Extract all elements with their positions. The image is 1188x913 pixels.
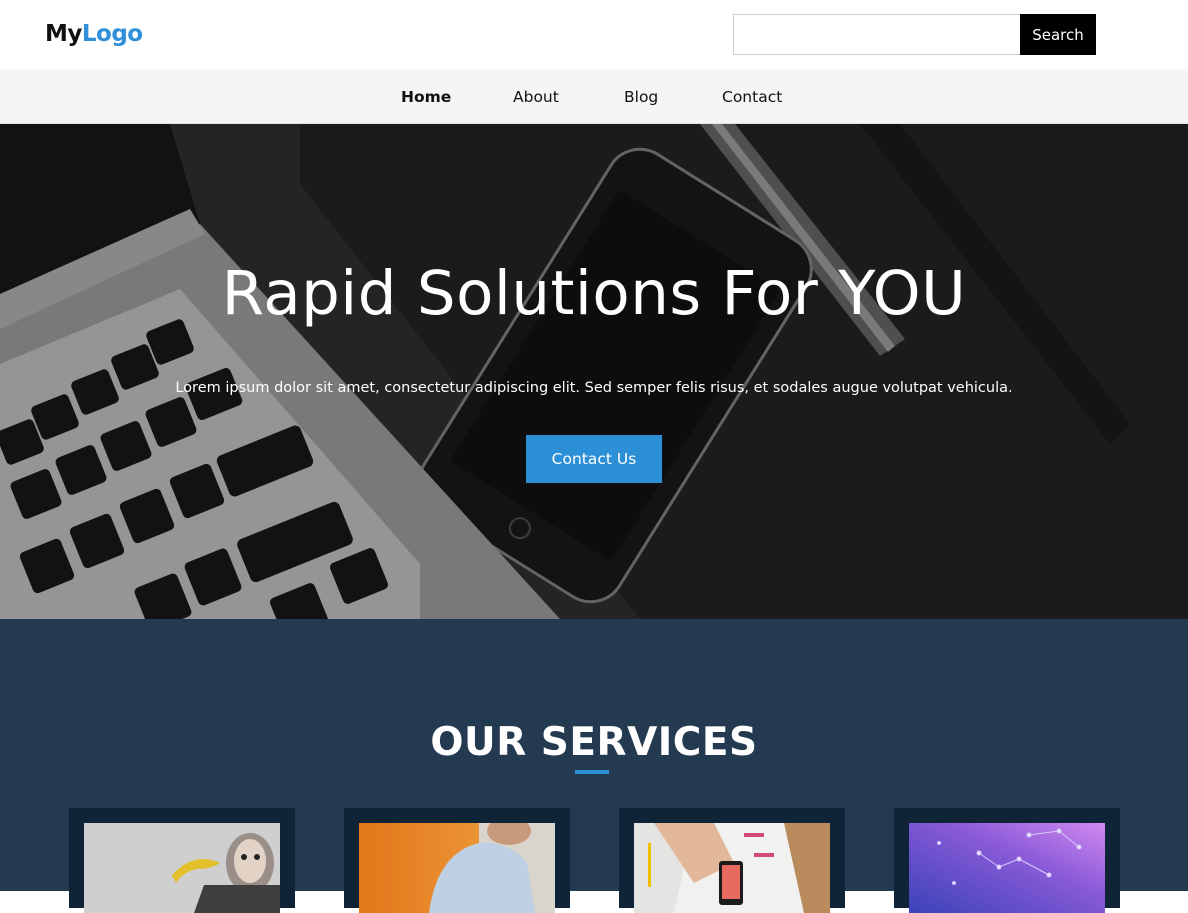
main-nav: Home About Blog Contact bbox=[0, 69, 1188, 124]
service-card-image-banana bbox=[84, 823, 280, 913]
services-title: OUR SERVICES bbox=[430, 720, 758, 765]
hero-title: Rapid Solutions For YOU bbox=[221, 258, 967, 329]
services-section: OUR SERVICES bbox=[0, 619, 1188, 913]
service-card[interactable] bbox=[69, 808, 295, 913]
search-input[interactable] bbox=[733, 14, 1021, 55]
hero-overlay bbox=[0, 124, 1188, 619]
nav-item-contact[interactable]: Contact bbox=[722, 87, 782, 107]
top-bar: MyLogo Search bbox=[0, 0, 1188, 69]
service-card[interactable] bbox=[619, 808, 845, 913]
nav-item-about[interactable]: About bbox=[513, 87, 559, 107]
logo-text-my: My bbox=[45, 21, 82, 47]
hero-description: Lorem ipsum dolor sit amet, consectetur … bbox=[175, 380, 1013, 396]
nav-item-home[interactable]: Home bbox=[401, 87, 451, 107]
logo-text-logo: Logo bbox=[81, 21, 143, 47]
search-button[interactable]: Search bbox=[1020, 14, 1096, 55]
service-card-image-desk bbox=[634, 823, 830, 913]
service-card[interactable] bbox=[344, 808, 570, 913]
service-card-image-network bbox=[909, 823, 1105, 913]
hero-section: Rapid Solutions For YOU Lorem ipsum dolo… bbox=[0, 124, 1188, 619]
nav-item-blog[interactable]: Blog bbox=[624, 87, 658, 107]
service-card-image-man bbox=[359, 823, 555, 913]
contact-us-button[interactable]: Contact Us bbox=[526, 435, 662, 483]
service-card[interactable] bbox=[894, 808, 1120, 913]
services-title-underline bbox=[575, 770, 609, 774]
site-logo[interactable]: MyLogo bbox=[45, 20, 143, 48]
